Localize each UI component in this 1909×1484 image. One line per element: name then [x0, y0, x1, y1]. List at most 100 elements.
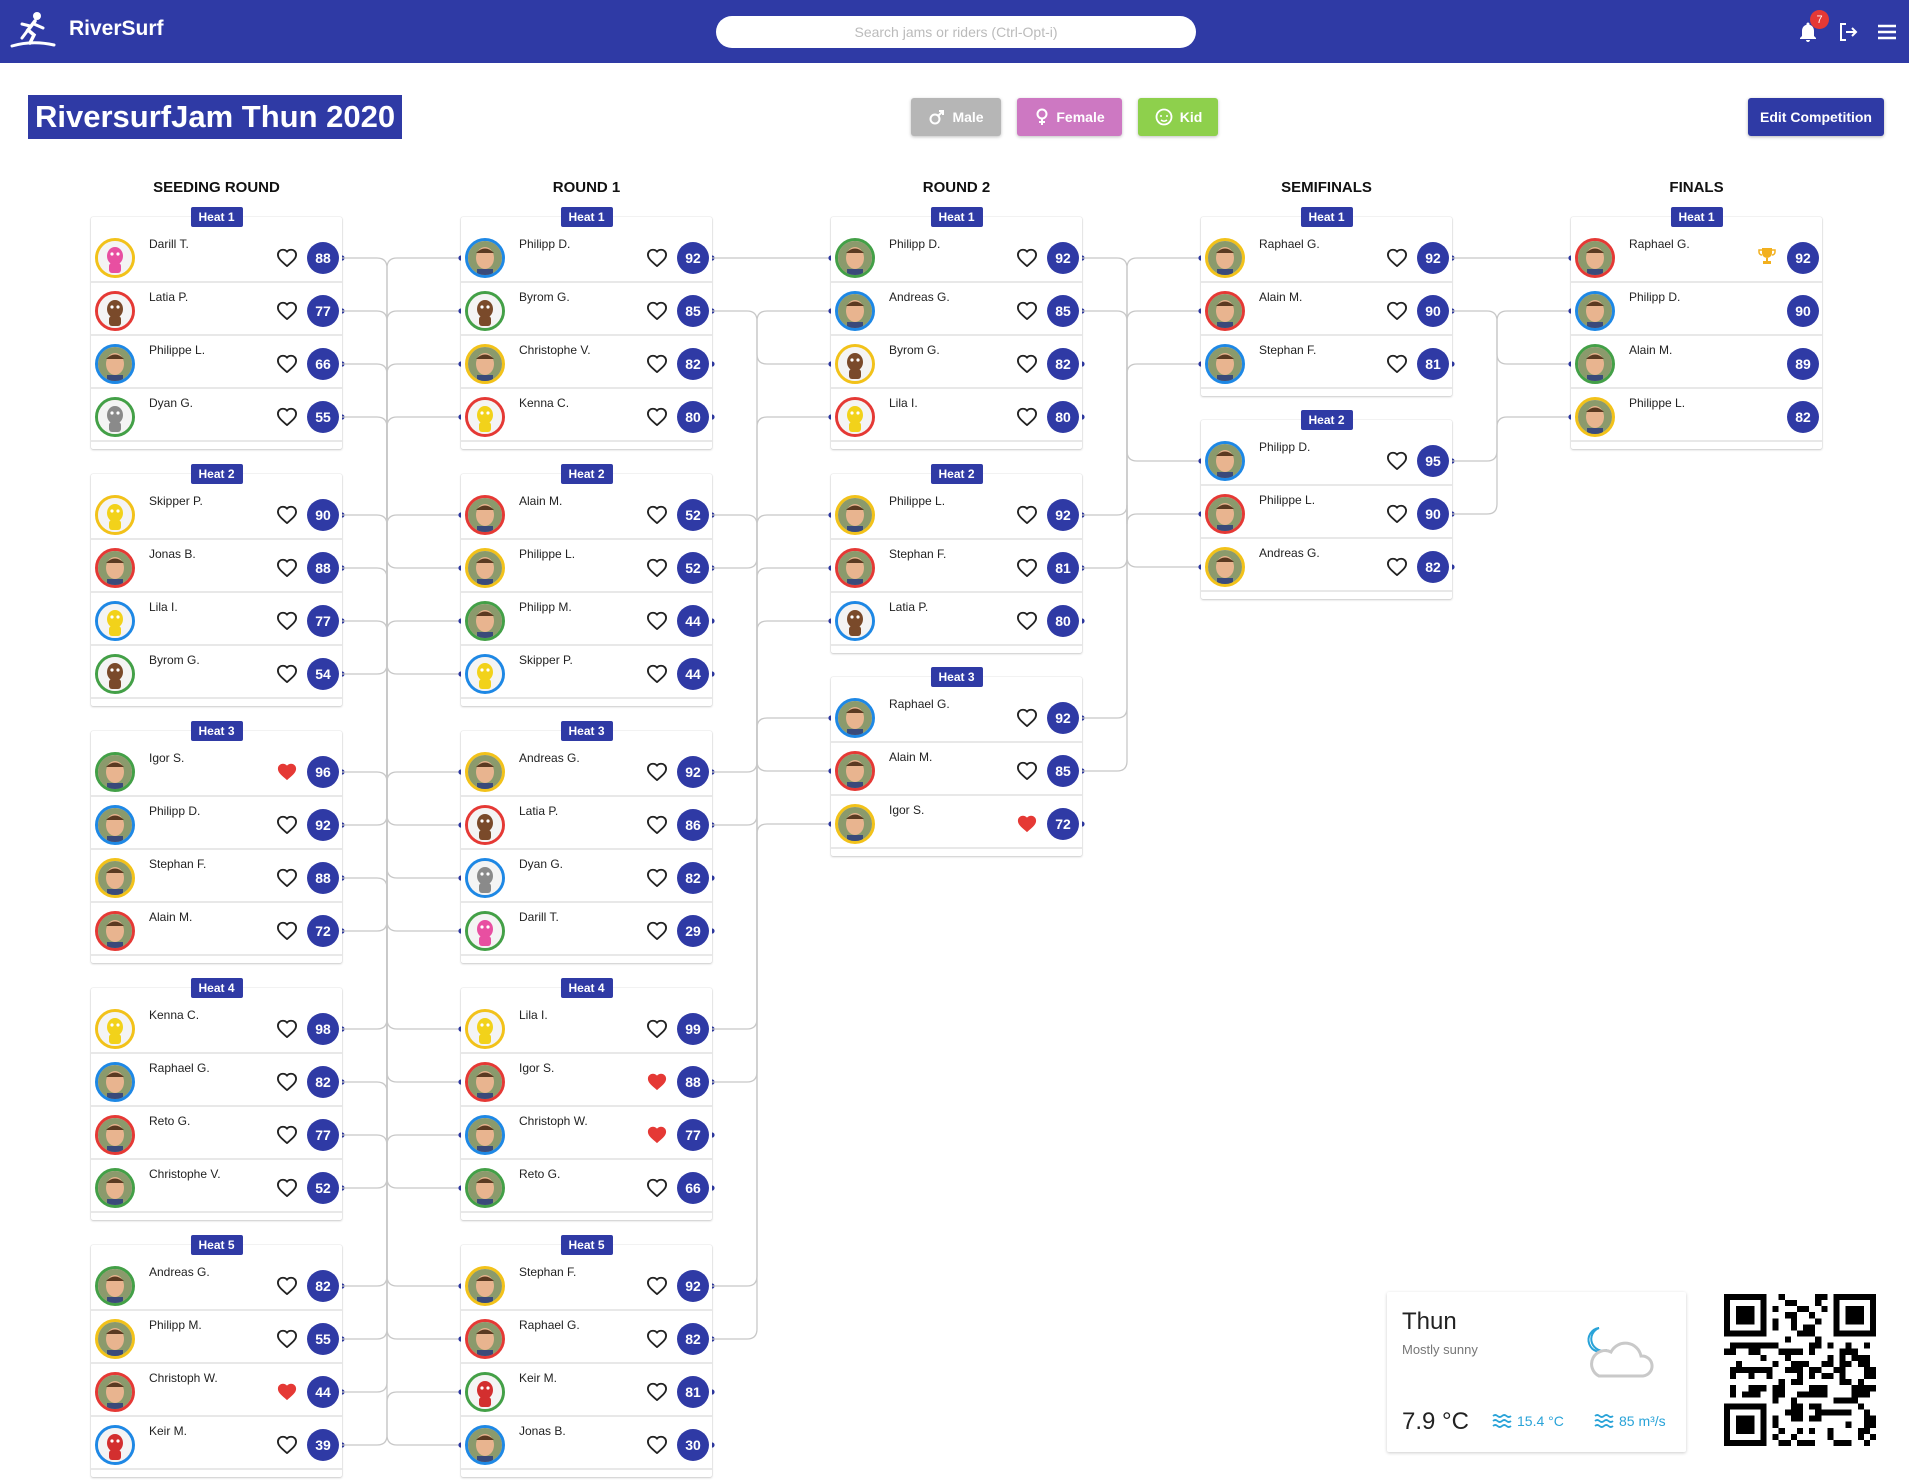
rider-avatar[interactable]	[95, 1115, 135, 1155]
rider-avatar[interactable]	[835, 495, 875, 535]
rider-name[interactable]: Philipp D.	[149, 804, 200, 818]
rider-name[interactable]: Philippe L.	[149, 343, 205, 357]
heart-outline-icon[interactable]	[276, 1275, 298, 1296]
heart-outline-icon[interactable]	[1016, 557, 1038, 578]
rider-row[interactable]: Skipper P. 44	[461, 649, 712, 699]
heart-outline-icon[interactable]	[1016, 247, 1038, 268]
rider-name[interactable]: Raphael G.	[1629, 237, 1690, 251]
rider-row[interactable]: Andreas G. 92	[461, 747, 712, 797]
rider-row[interactable]: Philippe L. 92	[831, 490, 1082, 540]
rider-avatar[interactable]	[1205, 344, 1245, 384]
rider-row[interactable]: Philipp D. 92	[831, 233, 1082, 283]
rider-avatar[interactable]	[95, 601, 135, 641]
rider-row[interactable]: Stephan F. 81	[831, 543, 1082, 593]
rider-row[interactable]: Philipp M. 55	[91, 1314, 342, 1364]
rider-row[interactable]: Philipp D. 90	[1571, 286, 1822, 336]
rider-name[interactable]: Philipp M.	[149, 1318, 202, 1332]
rider-name[interactable]: Darill T.	[149, 237, 189, 251]
rider-avatar[interactable]	[95, 344, 135, 384]
heart-outline-icon[interactable]	[1016, 610, 1038, 631]
heat-label[interactable]: Heat 5	[190, 1235, 243, 1255]
heat-label[interactable]: Heat 3	[190, 721, 243, 741]
rider-name[interactable]: Darill T.	[519, 910, 559, 924]
rider-row[interactable]: Keir M. 81	[461, 1367, 712, 1417]
heart-outline-icon[interactable]	[1016, 300, 1038, 321]
heat-label[interactable]: Heat 2	[560, 464, 613, 484]
rider-row[interactable]: Darill T. 88	[91, 233, 342, 283]
heart-outline-icon[interactable]	[646, 814, 668, 835]
heat-label[interactable]: Heat 4	[560, 978, 613, 998]
rider-avatar[interactable]	[95, 1266, 135, 1306]
rider-row[interactable]: Byrom G. 85	[461, 286, 712, 336]
heart-outline-icon[interactable]	[646, 247, 668, 268]
rider-avatar[interactable]	[95, 1372, 135, 1412]
rider-row[interactable]: Lila I. 80	[831, 392, 1082, 442]
rider-name[interactable]: Alain M.	[1629, 343, 1672, 357]
rider-row[interactable]: Igor S. 72	[831, 799, 1082, 849]
rider-row[interactable]: Philippe L. 52	[461, 543, 712, 593]
rider-row[interactable]: Stephan F. 92	[461, 1261, 712, 1311]
rider-name[interactable]: Philipp D.	[519, 237, 570, 251]
heart-outline-icon[interactable]	[276, 1434, 298, 1455]
rider-avatar[interactable]	[465, 1372, 505, 1412]
rider-name[interactable]: Alain M.	[889, 750, 932, 764]
rider-avatar[interactable]	[95, 1062, 135, 1102]
heart-filled-icon[interactable]	[646, 1124, 668, 1144]
heart-outline-icon[interactable]	[1016, 760, 1038, 781]
heart-outline-icon[interactable]	[1386, 353, 1408, 374]
rider-avatar[interactable]	[95, 291, 135, 331]
rider-row[interactable]: Latia P. 86	[461, 800, 712, 850]
heart-outline-icon[interactable]	[276, 504, 298, 525]
rider-row[interactable]: Philippe L. 66	[91, 339, 342, 389]
rider-row[interactable]: Dyan G. 82	[461, 853, 712, 903]
heart-outline-icon[interactable]	[276, 1071, 298, 1092]
rider-avatar[interactable]	[95, 654, 135, 694]
rider-avatar[interactable]	[1205, 547, 1245, 587]
heart-outline-icon[interactable]	[646, 1328, 668, 1349]
heart-filled-icon[interactable]	[276, 761, 298, 781]
rider-avatar[interactable]	[1575, 397, 1615, 437]
rider-avatar[interactable]	[465, 291, 505, 331]
rider-name[interactable]: Reto G.	[519, 1167, 560, 1181]
rider-name[interactable]: Philippe L.	[889, 494, 945, 508]
heart-filled-icon[interactable]	[276, 1381, 298, 1401]
heart-outline-icon[interactable]	[646, 1275, 668, 1296]
rider-avatar[interactable]	[465, 911, 505, 951]
rider-name[interactable]: Kenna C.	[519, 396, 569, 410]
rider-avatar[interactable]	[95, 548, 135, 588]
rider-name[interactable]: Jonas B.	[149, 547, 196, 561]
rider-row[interactable]: Raphael G. 92	[1571, 233, 1822, 283]
rider-name[interactable]: Philippe L.	[519, 547, 575, 561]
rider-row[interactable]: Reto G. 77	[91, 1110, 342, 1160]
rider-row[interactable]: Raphael G. 92	[831, 693, 1082, 743]
rider-avatar[interactable]	[835, 751, 875, 791]
heart-outline-icon[interactable]	[1386, 300, 1408, 321]
rider-row[interactable]: Alain M. 90	[1201, 286, 1452, 336]
rider-row[interactable]: Alain M. 85	[831, 746, 1082, 796]
rider-avatar[interactable]	[1205, 494, 1245, 534]
heart-outline-icon[interactable]	[276, 1177, 298, 1198]
rider-avatar[interactable]	[95, 1168, 135, 1208]
rider-avatar[interactable]	[465, 495, 505, 535]
heart-outline-icon[interactable]	[276, 406, 298, 427]
heat-label[interactable]: Heat 2	[1300, 410, 1353, 430]
rider-name[interactable]: Igor S.	[889, 803, 924, 817]
rider-row[interactable]: Lila I. 99	[461, 1004, 712, 1054]
rider-name[interactable]: Dyan G.	[149, 396, 193, 410]
rider-avatar[interactable]	[1575, 238, 1615, 278]
rider-avatar[interactable]	[835, 397, 875, 437]
rider-name[interactable]: Andreas G.	[519, 751, 580, 765]
rider-row[interactable]: Christoph W. 77	[461, 1110, 712, 1160]
rider-name[interactable]: Alain M.	[1259, 290, 1302, 304]
heart-outline-icon[interactable]	[1386, 247, 1408, 268]
rider-row[interactable]: Jonas B. 88	[91, 543, 342, 593]
rider-name[interactable]: Latia P.	[149, 290, 188, 304]
rider-row[interactable]: Stephan F. 81	[1201, 339, 1452, 389]
heart-outline-icon[interactable]	[646, 504, 668, 525]
heat-label[interactable]: Heat 1	[930, 207, 983, 227]
rider-name[interactable]: Byrom G.	[889, 343, 940, 357]
rider-name[interactable]: Reto G.	[149, 1114, 190, 1128]
rider-row[interactable]: Andreas G. 82	[1201, 542, 1452, 592]
rider-avatar[interactable]	[835, 804, 875, 844]
rider-row[interactable]: Raphael G. 82	[461, 1314, 712, 1364]
